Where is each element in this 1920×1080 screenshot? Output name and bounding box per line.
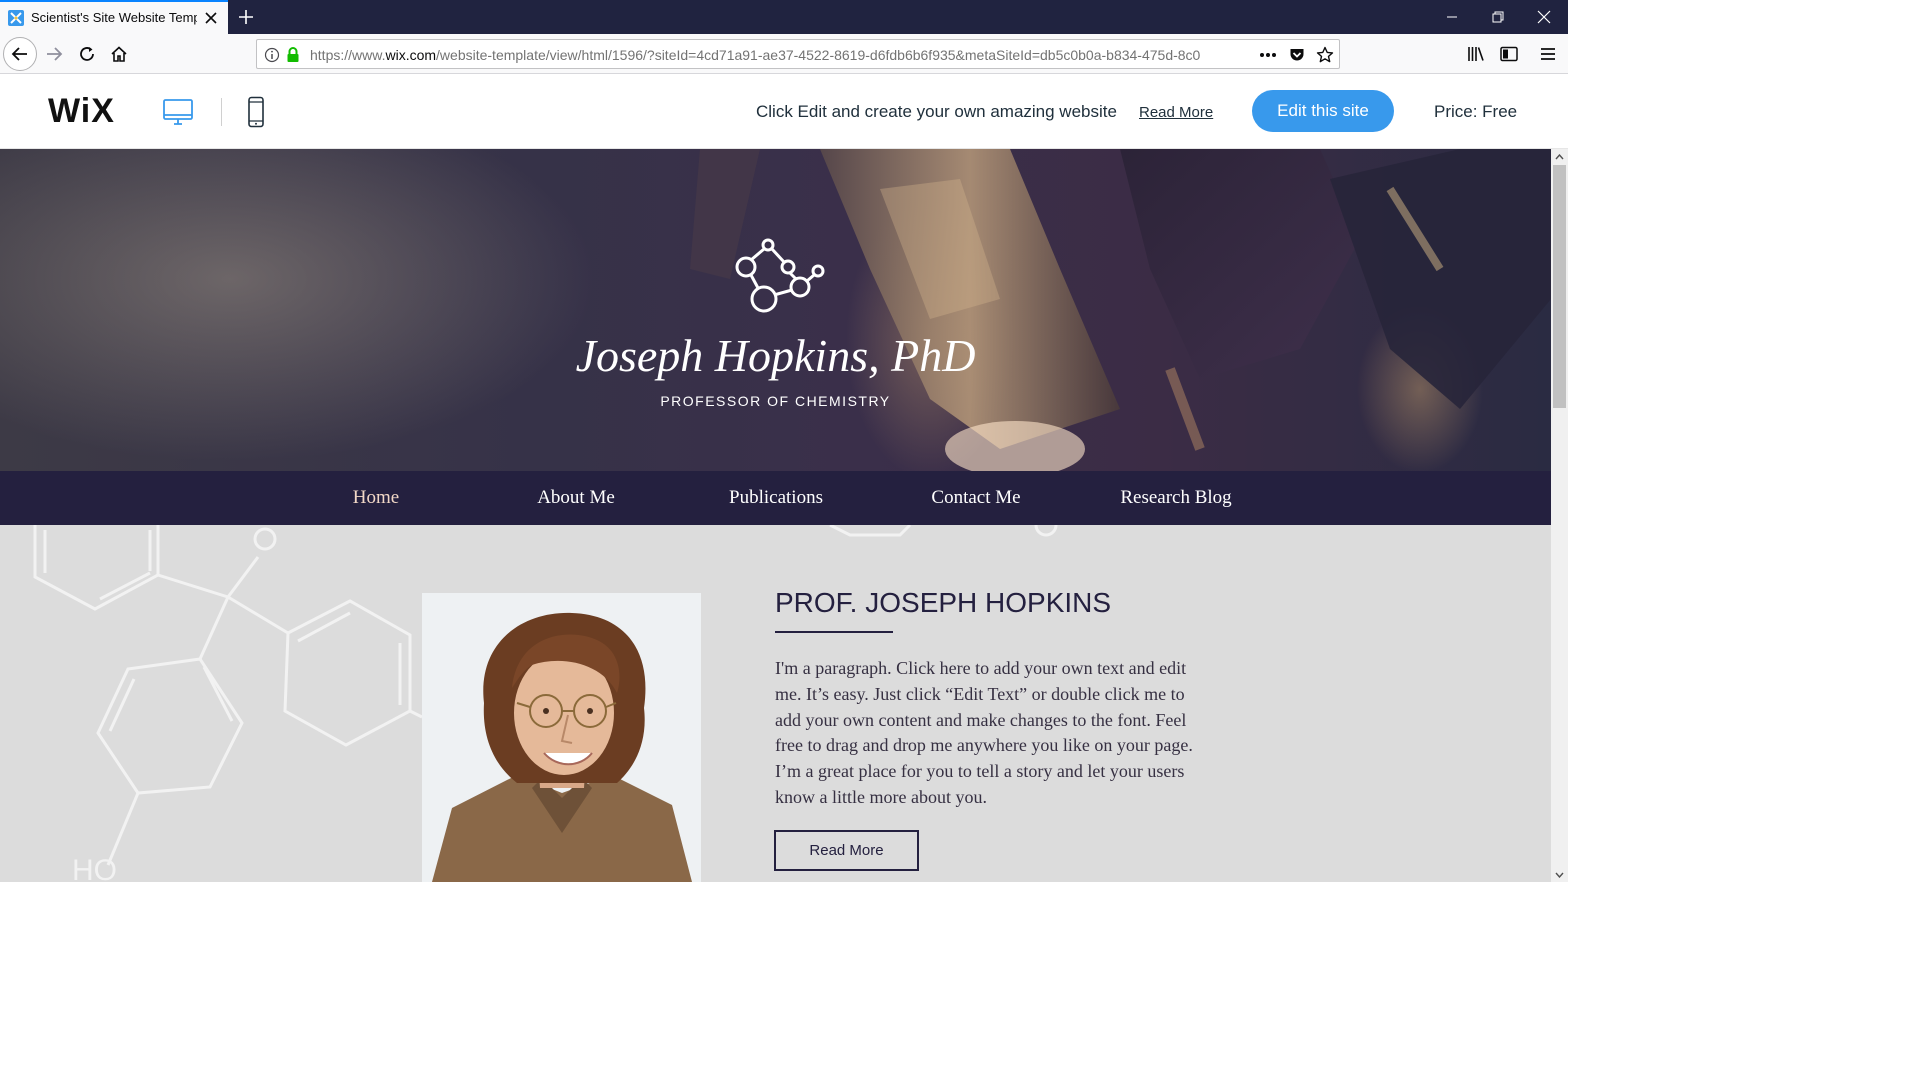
mobile-view-icon[interactable] xyxy=(238,94,274,130)
promo-text: Click Edit and create your own amazing w… xyxy=(756,102,1117,121)
bio-read-more-button[interactable]: Read More xyxy=(774,830,919,871)
nav-item-research-blog[interactable]: Research Blog xyxy=(1120,487,1231,509)
page-scrollbar[interactable] xyxy=(1551,149,1568,882)
site-info-icon[interactable] xyxy=(263,46,281,64)
read-more-link[interactable]: Read More xyxy=(1139,104,1213,121)
forward-arrow-icon[interactable] xyxy=(38,38,70,70)
home-icon[interactable] xyxy=(103,38,135,70)
minimize-window-icon[interactable] xyxy=(1429,0,1475,34)
desktop-view-icon[interactable] xyxy=(160,94,196,130)
about-section: HO PROF. JOSEPH HOPKINS I'm a paragraph.… xyxy=(0,525,1551,882)
hamburger-menu-icon[interactable] xyxy=(1532,38,1564,70)
url-path: /website-template/view/html/1596/?siteId… xyxy=(436,47,1201,63)
library-icon[interactable] xyxy=(1460,38,1492,70)
browser-tab-bar: Scientist's Site Website Template xyxy=(0,0,1568,34)
hero-banner: Joseph Hopkins, PhD PROFESSOR OF CHEMIST… xyxy=(0,149,1551,471)
profile-photo[interactable] xyxy=(422,593,701,882)
scroll-down-arrow-icon[interactable] xyxy=(1551,867,1568,882)
pocket-icon[interactable] xyxy=(1288,46,1306,64)
site-owner-title: PROFESSOR OF CHEMISTRY xyxy=(660,393,891,409)
browser-nav-bar: https://www.wix.com/website-template/vie… xyxy=(0,34,1568,74)
nav-item-contact-me[interactable]: Contact Me xyxy=(931,487,1020,509)
restore-window-icon[interactable] xyxy=(1475,0,1521,34)
back-arrow-icon[interactable] xyxy=(3,37,37,71)
heading-underline xyxy=(775,631,893,633)
url-domain: wix.com xyxy=(385,47,437,63)
url-bar[interactable]: https://www.wix.com/website-template/vie… xyxy=(256,39,1340,69)
wix-preview-bar: WiX Click Edit and create your own amazi… xyxy=(0,74,1568,149)
browser-tab[interactable]: Scientist's Site Website Template xyxy=(0,0,228,34)
bio-heading: PROF. JOSEPH HOPKINS xyxy=(775,587,1112,618)
close-window-icon[interactable] xyxy=(1521,0,1567,34)
bio-paragraph: I'm a paragraph. Click here to add your … xyxy=(775,658,1193,807)
scrollbar-thumb[interactable] xyxy=(1553,165,1566,408)
site-owner-name: Joseph Hopkins, PhD xyxy=(575,330,976,381)
wix-logo[interactable]: WiX xyxy=(48,92,115,131)
scroll-up-arrow-icon[interactable] xyxy=(1551,149,1568,164)
nav-item-publications[interactable]: Publications xyxy=(729,487,823,509)
tab-title: Scientist's Site Website Template xyxy=(31,10,197,25)
site-navigation: Home About Me Publications Contact Me Re… xyxy=(0,471,1551,525)
wix-favicon-icon xyxy=(8,10,24,26)
price-label: Price: Free xyxy=(1434,102,1518,121)
new-tab-icon[interactable] xyxy=(234,5,258,29)
reload-icon[interactable] xyxy=(71,38,103,70)
url-text[interactable]: https://www.wix.com/website-template/vie… xyxy=(310,47,1222,63)
edit-site-button[interactable]: Edit this site xyxy=(1252,90,1394,132)
nav-item-about-me[interactable]: About Me xyxy=(537,487,615,509)
portrait-image xyxy=(422,593,701,882)
lock-icon[interactable] xyxy=(284,46,302,64)
molecule-logo-icon xyxy=(735,238,825,313)
bookmark-star-icon[interactable] xyxy=(1316,46,1334,64)
molecule-ho-label: HO xyxy=(72,854,117,882)
sidebar-toggle-icon[interactable] xyxy=(1493,38,1525,70)
nav-item-home[interactable]: Home xyxy=(353,487,399,509)
close-tab-icon[interactable] xyxy=(200,7,222,29)
url-prefix: https://www. xyxy=(310,47,386,63)
page-actions-icon[interactable] xyxy=(1259,46,1277,64)
device-divider xyxy=(221,98,222,126)
